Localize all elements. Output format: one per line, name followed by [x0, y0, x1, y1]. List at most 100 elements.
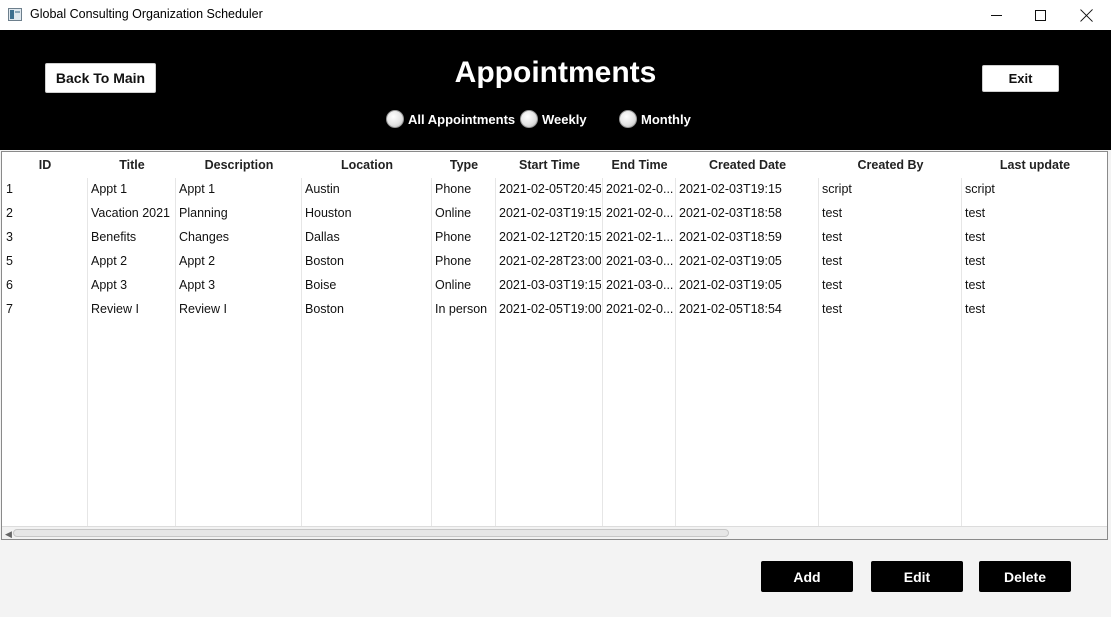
column-header-description[interactable]: Description: [176, 158, 302, 172]
radio-circle-icon: [619, 110, 637, 128]
cell-type: In person: [435, 302, 488, 316]
cell-last-update: script: [965, 182, 995, 196]
radio-monthly[interactable]: Monthly: [619, 110, 691, 128]
column-header-created-by[interactable]: Created By: [819, 158, 962, 172]
cell-end-time: 2021-02-0...: [606, 182, 674, 196]
radio-weekly[interactable]: Weekly: [520, 110, 587, 128]
column-header-title[interactable]: Title: [88, 158, 176, 172]
column-header-location[interactable]: Location: [302, 158, 432, 172]
close-button[interactable]: [1063, 0, 1109, 30]
table-row[interactable]: 3 Benefits Changes Dallas Phone 2021-02-…: [2, 226, 1108, 250]
radio-label: Weekly: [542, 111, 587, 127]
cell-last-update: test: [965, 230, 986, 244]
cell-start-time: 2021-02-12T20:15: [499, 230, 601, 244]
cell-title: Appt 3: [91, 278, 128, 292]
cell-description: Changes: [179, 230, 230, 244]
header: Back To Main Appointments Exit All Appoi…: [0, 30, 1111, 150]
cell-created-by: test: [822, 254, 843, 268]
cell-start-time: 2021-03-03T19:15: [499, 278, 601, 292]
cell-start-time: 2021-02-03T19:15: [499, 206, 601, 220]
cell-created-date: 2021-02-03T19:05: [679, 278, 782, 292]
minimize-icon: [990, 14, 1002, 16]
close-icon: [1080, 9, 1093, 22]
table-row[interactable]: 7 Review I Review I Boston In person 202…: [2, 298, 1108, 322]
cell-title: Benefits: [91, 230, 137, 244]
cell-end-time: 2021-02-0...: [606, 206, 674, 220]
cell-id: 7: [6, 302, 13, 316]
cell-location: Houston: [305, 206, 352, 220]
delete-button[interactable]: Delete: [979, 561, 1071, 592]
column-header-start-time[interactable]: Start Time: [496, 158, 603, 172]
cell-created-by: test: [822, 230, 843, 244]
cell-id: 6: [6, 278, 13, 292]
cell-last-update: test: [965, 302, 986, 316]
cell-created-by: test: [822, 206, 843, 220]
cell-id: 2: [6, 206, 13, 220]
cell-type: Phone: [435, 230, 472, 244]
window-title: Global Consulting Organization Scheduler: [30, 7, 263, 21]
radio-circle-icon: [520, 110, 538, 128]
cell-description: Appt 3: [179, 278, 216, 292]
chevron-left-icon[interactable]: ◀: [5, 529, 12, 540]
cell-id: 1: [6, 182, 13, 196]
add-button[interactable]: Add: [761, 561, 853, 592]
maximize-button[interactable]: [1017, 0, 1063, 30]
column-header-end-time[interactable]: End Time: [603, 158, 676, 172]
cell-created-date: 2021-02-03T19:05: [679, 254, 782, 268]
cell-description: Planning: [179, 206, 228, 220]
column-header-type[interactable]: Type: [432, 158, 496, 172]
radio-label: Monthly: [641, 111, 691, 127]
cell-created-by: script: [822, 182, 852, 196]
column-header-id[interactable]: ID: [2, 158, 88, 172]
cell-last-update: test: [965, 206, 986, 220]
cell-title: Appt 1: [91, 182, 128, 196]
exit-button[interactable]: Exit: [982, 65, 1059, 92]
radio-label: All Appointments: [408, 111, 516, 127]
cell-created-date: 2021-02-03T19:15: [679, 182, 782, 196]
cell-location: Austin: [305, 182, 340, 196]
cell-description: Appt 2: [179, 254, 216, 268]
cell-title: Review I: [91, 302, 139, 316]
cell-start-time: 2021-02-28T23:00: [499, 254, 601, 268]
window-titlebar: Global Consulting Organization Scheduler: [0, 0, 1111, 30]
scrollbar-thumb[interactable]: [13, 529, 729, 537]
cell-type: Online: [435, 206, 472, 220]
cell-type: Phone: [435, 182, 472, 196]
table-row[interactable]: 1 Appt 1 Appt 1 Austin Phone 2021-02-05T…: [2, 178, 1108, 202]
cell-end-time: 2021-03-0...: [606, 278, 674, 292]
table-row[interactable]: 2 Vacation 2021 Planning Houston Online …: [2, 202, 1108, 226]
cell-created-date: 2021-02-03T18:59: [679, 230, 782, 244]
cell-created-by: test: [822, 302, 843, 316]
cell-location: Boston: [305, 302, 344, 316]
cell-type: Online: [435, 278, 472, 292]
cell-start-time: 2021-02-05T20:45: [499, 182, 601, 196]
minimize-button[interactable]: [973, 0, 1019, 30]
page-title: Appointments: [454, 56, 657, 89]
table-row[interactable]: 6 Appt 3 Appt 3 Boise Online 2021-03-03T…: [2, 274, 1108, 298]
cell-location: Boise: [305, 278, 337, 292]
table-row[interactable]: 5 Appt 2 Appt 2 Boston Phone 2021-02-28T…: [2, 250, 1108, 274]
cell-created-by: test: [822, 278, 843, 292]
cell-description: Appt 1: [179, 182, 216, 196]
cell-title: Appt 2: [91, 254, 128, 268]
column-header-last-update[interactable]: Last update: [962, 158, 1108, 172]
cell-start-time: 2021-02-05T19:00: [499, 302, 601, 316]
cell-end-time: 2021-03-0...: [606, 254, 674, 268]
cell-last-update: test: [965, 278, 986, 292]
cell-type: Phone: [435, 254, 472, 268]
cell-id: 3: [6, 230, 13, 244]
cell-created-date: 2021-02-05T18:54: [679, 302, 782, 316]
cell-end-time: 2021-02-0...: [606, 302, 674, 316]
radio-all-appointments[interactable]: All Appointments: [386, 110, 515, 128]
app-icon: [8, 8, 22, 21]
cell-id: 5: [6, 254, 13, 268]
cell-last-update: test: [965, 254, 986, 268]
cell-created-date: 2021-02-03T18:58: [679, 206, 782, 220]
column-header-created-date[interactable]: Created Date: [676, 158, 819, 172]
edit-button[interactable]: Edit: [871, 561, 963, 592]
cell-location: Dallas: [305, 230, 340, 244]
appointments-table[interactable]: ID Title Description Location Type Start…: [1, 151, 1108, 540]
cell-location: Boston: [305, 254, 344, 268]
maximize-icon: [1034, 9, 1046, 21]
horizontal-scrollbar[interactable]: ◀: [2, 526, 1107, 539]
